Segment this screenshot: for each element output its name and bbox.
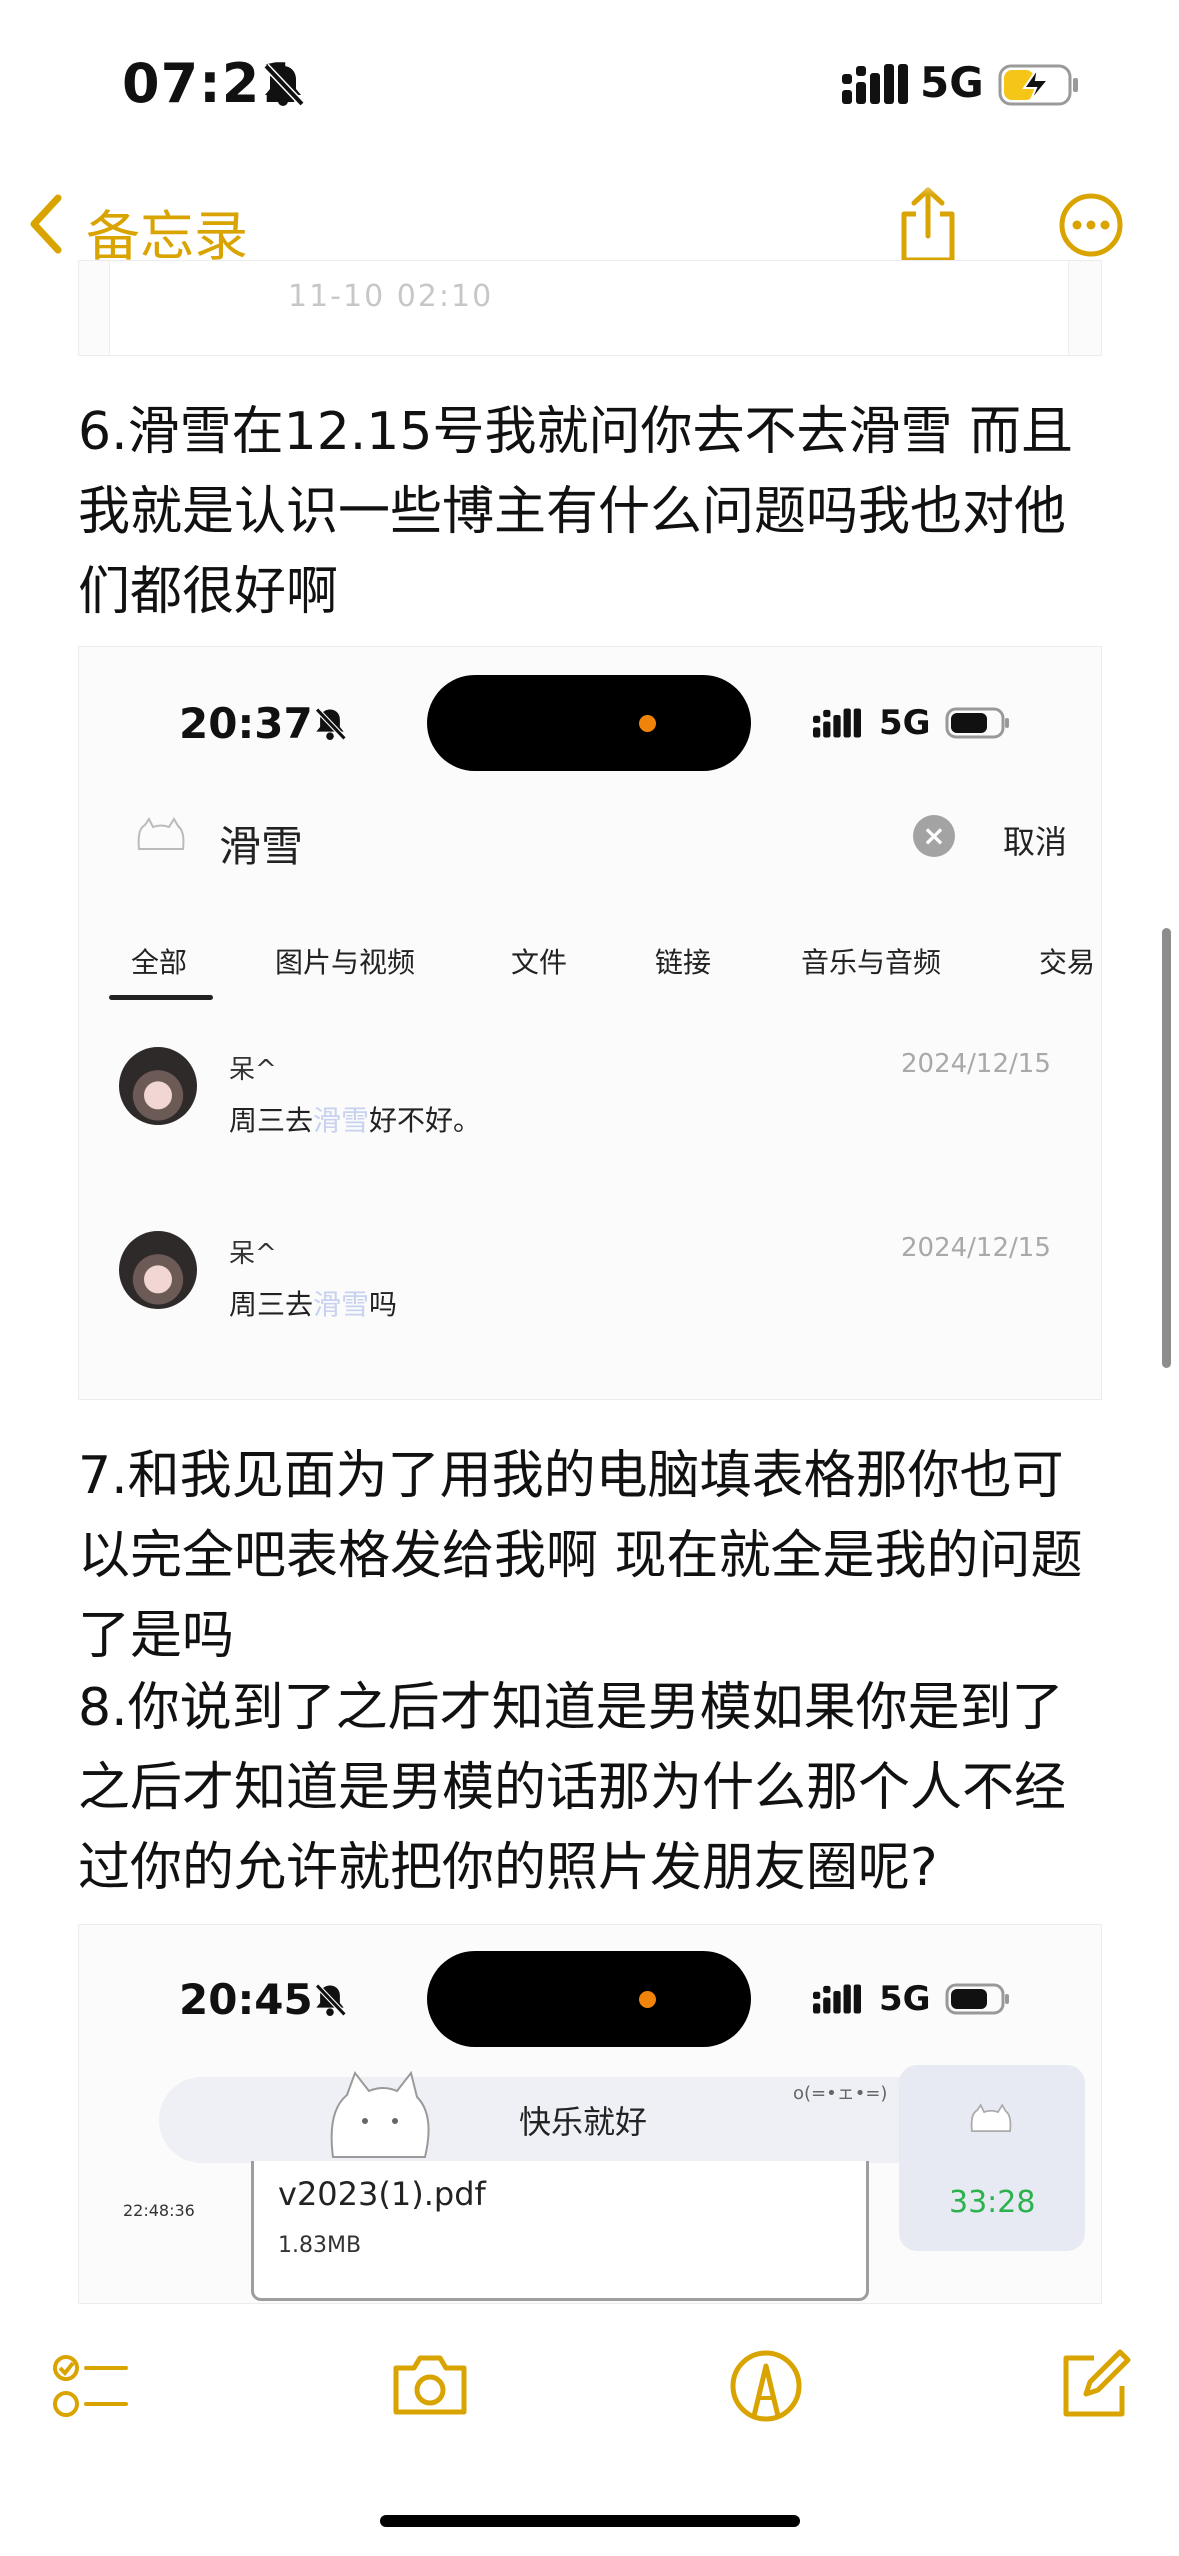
more-icon[interactable]: [1058, 192, 1124, 258]
cancel-search-label: 取消: [1003, 823, 1068, 861]
battery-icon: [945, 707, 1009, 739]
emoticon-text: o(=•ェ•=): [793, 2083, 888, 2104]
inner-network-label: 5G: [879, 1979, 931, 2019]
tab-media: 图片与视频: [275, 946, 416, 979]
share-icon[interactable]: [896, 186, 960, 264]
note-paragraph-7[interactable]: 7.和我见面为了用我的电脑填表格那你也可以完全吧表格发给我啊 现在就全是我的问题…: [78, 1436, 1098, 1676]
result-user-name: 呆^: [229, 1055, 277, 1085]
tab-all: 全部: [131, 946, 188, 979]
recording-dot: [639, 715, 656, 732]
scroll-indicator: [1162, 928, 1171, 1368]
call-timer: 33:28: [949, 2185, 1036, 2220]
cat-icon: [137, 817, 185, 850]
result-date: 2024/12/15: [901, 1049, 1051, 1079]
signal-icon: [842, 64, 908, 104]
tab-files: 文件: [511, 946, 568, 979]
bell-slash-icon: [315, 1983, 347, 2017]
timestamp-text: 11-10 02:10: [288, 279, 494, 314]
cat-sticker-icon: [330, 2070, 430, 2158]
cat-icon: [970, 2103, 1012, 2132]
clear-search-icon: ×: [913, 815, 955, 857]
camera-icon[interactable]: [390, 2346, 470, 2426]
inner-status-time: 20:37: [179, 699, 313, 748]
inner-network-label: 5G: [879, 703, 931, 743]
avatar: [119, 1047, 197, 1125]
banner-text: 快乐就好: [519, 2103, 648, 2141]
note-image-top: 11-10 02:10: [78, 260, 1102, 356]
dynamic-island: [427, 675, 751, 771]
tab-underline: [109, 995, 213, 1000]
markup-pen-icon[interactable]: [726, 2346, 806, 2426]
note-paragraph-6[interactable]: 6.滑雪在12.15号我就问你去不去滑雪 而且我就是认识一些博主有什么问题吗我也…: [78, 392, 1098, 632]
recording-dot: [639, 1991, 656, 2008]
tab-trade: 交易: [1039, 946, 1096, 979]
call-floating-window: 33:28: [899, 2065, 1085, 2251]
battery-charging-icon: [998, 64, 1078, 106]
search-query: 滑雪: [219, 822, 304, 871]
note-image-chat: 20:45 5G 快乐就好 o(=•ェ•=) 22:48:36 v2023(1)…: [78, 1924, 1102, 2304]
compose-icon[interactable]: [1054, 2346, 1134, 2426]
tab-music: 音乐与音频: [801, 946, 942, 979]
result-user-name: 呆^: [229, 1239, 277, 1269]
file-name: v2023(1).pdf: [278, 2175, 486, 2213]
result-message: 周三去滑雪好不好。: [229, 1104, 482, 1137]
network-label: 5G: [920, 58, 984, 107]
home-indicator[interactable]: [380, 2515, 800, 2527]
result-date: 2024/12/15: [901, 1233, 1051, 1263]
note-image-search-results: 20:37 5G 滑雪 × 取消 全部 图片与视频 文件 链接 音乐与音频 交易…: [78, 646, 1102, 1400]
signal-icon: [813, 708, 861, 738]
file-card: v2023(1).pdf 1.83MB: [251, 2161, 869, 2301]
bell-slash-icon: [315, 707, 347, 741]
nav-fade: [0, 170, 1179, 196]
dynamic-island: [427, 1951, 751, 2047]
bell-slash-icon: [263, 63, 305, 107]
result-message: 周三去滑雪吗: [229, 1288, 398, 1321]
message-time: 22:48:36: [123, 2201, 195, 2220]
note-paragraph-8[interactable]: 8.你说到了之后才知道是男模如果你是到了之后才知道是男模的话那为什么那个人不经过…: [78, 1668, 1098, 1908]
inner-status-time: 20:45: [179, 1975, 313, 2024]
file-size: 1.83MB: [278, 2233, 362, 2258]
signal-icon: [813, 1984, 861, 2014]
checklist-icon[interactable]: [50, 2346, 130, 2426]
tab-links: 链接: [655, 946, 712, 979]
battery-icon: [945, 1983, 1009, 2015]
avatar: [119, 1231, 197, 1309]
chevron-left-icon[interactable]: [26, 192, 66, 256]
